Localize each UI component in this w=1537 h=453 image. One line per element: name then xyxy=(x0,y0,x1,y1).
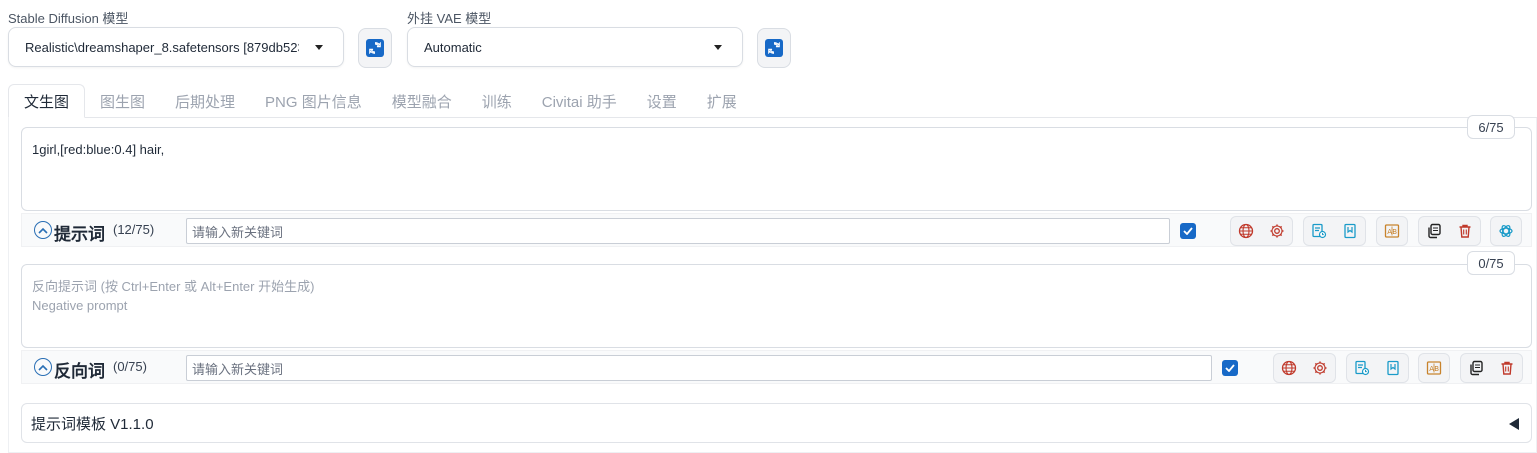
negative-keyword-input[interactable]: 请输入新关键词 xyxy=(186,355,1212,381)
trash-icon[interactable] xyxy=(1496,357,1518,379)
vae-value: Automatic xyxy=(424,39,482,55)
vae-label: 外挂 VAE 模型 xyxy=(407,11,492,26)
gear-icon[interactable] xyxy=(1309,357,1331,379)
tab-extensions[interactable]: 扩展 xyxy=(692,84,752,118)
tab-extras[interactable]: 后期处理 xyxy=(160,84,250,118)
trash-icon[interactable] xyxy=(1454,220,1476,242)
ab-icon[interactable]: AB xyxy=(1381,220,1403,242)
refresh-icon xyxy=(765,39,783,57)
prompt-keyword-input[interactable]: 请输入新关键词 xyxy=(186,218,1170,244)
copy-delete-group xyxy=(1460,353,1523,383)
prompt-keyword-count: (12/75) xyxy=(113,222,155,237)
negative-keyword-placeholder: 请输入新关键词 xyxy=(192,361,284,377)
vae-dropdown[interactable]: Automatic xyxy=(407,27,743,67)
prompt-template-accordion[interactable]: 提示词模板 V1.1.0 xyxy=(21,403,1532,443)
negative-keyword-title: 反向词 xyxy=(54,362,105,381)
refresh-icon xyxy=(366,39,384,57)
history-bookmark-group xyxy=(1346,353,1409,383)
globe-icon[interactable] xyxy=(1278,357,1300,379)
bookmark-icon[interactable] xyxy=(1339,220,1361,242)
prompt-keyword-checkbox[interactable] xyxy=(1180,223,1196,239)
main-tabs: 文生图 图生图 后期处理 PNG 图片信息 模型融合 训练 Civitai 助手… xyxy=(8,84,752,118)
bookmark-icon[interactable] xyxy=(1382,357,1404,379)
copy-icon[interactable] xyxy=(1423,220,1445,242)
collapse-toggle-icon[interactable] xyxy=(34,358,52,376)
ab-swap-group: AB xyxy=(1418,353,1450,383)
caret-left-icon xyxy=(1509,418,1519,430)
prompt-token-counter: 6/75 xyxy=(1467,115,1515,139)
translate-settings-group xyxy=(1230,216,1293,246)
negative-token-counter: 0/75 xyxy=(1467,251,1515,275)
prompt-text: 1girl,[red:blue:0.4] hair, xyxy=(32,142,165,157)
negative-prompt-textarea[interactable]: 反向提示词 (按 Ctrl+Enter 或 Alt+Enter 开始生成) Ne… xyxy=(21,264,1532,348)
history-icon[interactable] xyxy=(1351,357,1373,379)
copy-icon[interactable] xyxy=(1465,357,1487,379)
prompt-keyword-title: 提示词 xyxy=(54,225,105,244)
copy-delete-group xyxy=(1418,216,1481,246)
tab-txt2img[interactable]: 文生图 xyxy=(8,84,86,118)
negative-keyword-count: (0/75) xyxy=(113,359,147,374)
history-icon[interactable] xyxy=(1308,220,1330,242)
tab-civitai-helper[interactable]: Civitai 助手 xyxy=(527,84,632,118)
negative-keyword-row: 反向词 (0/75) 请输入新关键词 AB xyxy=(21,350,1532,384)
ab-icon[interactable]: AB xyxy=(1423,357,1445,379)
negative-prompt-placeholder-line1: 反向提示词 (按 Ctrl+Enter 或 Alt+Enter 开始生成) xyxy=(32,279,315,294)
negative-keyword-checkbox[interactable] xyxy=(1222,360,1238,376)
prompt-keyword-row: 提示词 (12/75) 请输入新关键词 AB xyxy=(21,213,1532,247)
model-label: Stable Diffusion 模型 xyxy=(8,11,129,26)
refresh-vae-button[interactable] xyxy=(757,28,791,68)
negative-prompt-placeholder-line2: Negative prompt xyxy=(32,298,128,313)
openai-icon[interactable] xyxy=(1495,220,1517,242)
tab-img2img[interactable]: 图生图 xyxy=(85,84,160,118)
svg-text:B: B xyxy=(1434,365,1439,373)
prompt-keyword-placeholder: 请输入新关键词 xyxy=(192,224,284,240)
globe-icon[interactable] xyxy=(1235,220,1257,242)
tab-checkpoint-merger[interactable]: 模型融合 xyxy=(377,84,467,118)
ab-swap-group: AB xyxy=(1376,216,1408,246)
ai-group xyxy=(1490,216,1522,246)
tab-settings[interactable]: 设置 xyxy=(632,84,692,118)
history-bookmark-group xyxy=(1303,216,1366,246)
prompt-textarea[interactable]: 1girl,[red:blue:0.4] hair, xyxy=(21,127,1532,211)
translate-settings-group xyxy=(1273,353,1336,383)
gear-icon[interactable] xyxy=(1266,220,1288,242)
prompt-template-label: 提示词模板 V1.1.0 xyxy=(31,415,154,433)
refresh-model-button[interactable] xyxy=(358,28,392,68)
chevron-down-icon xyxy=(315,45,323,50)
model-dropdown[interactable]: Realistic\dreamshaper_8.safetensors [879… xyxy=(8,27,344,67)
model-value: Realistic\dreamshaper_8.safetensors [879… xyxy=(25,39,299,55)
tab-png-info[interactable]: PNG 图片信息 xyxy=(250,84,377,118)
svg-text:B: B xyxy=(1392,228,1397,236)
chevron-down-icon xyxy=(714,45,722,50)
collapse-toggle-icon[interactable] xyxy=(34,221,52,239)
tab-train[interactable]: 训练 xyxy=(467,84,527,118)
